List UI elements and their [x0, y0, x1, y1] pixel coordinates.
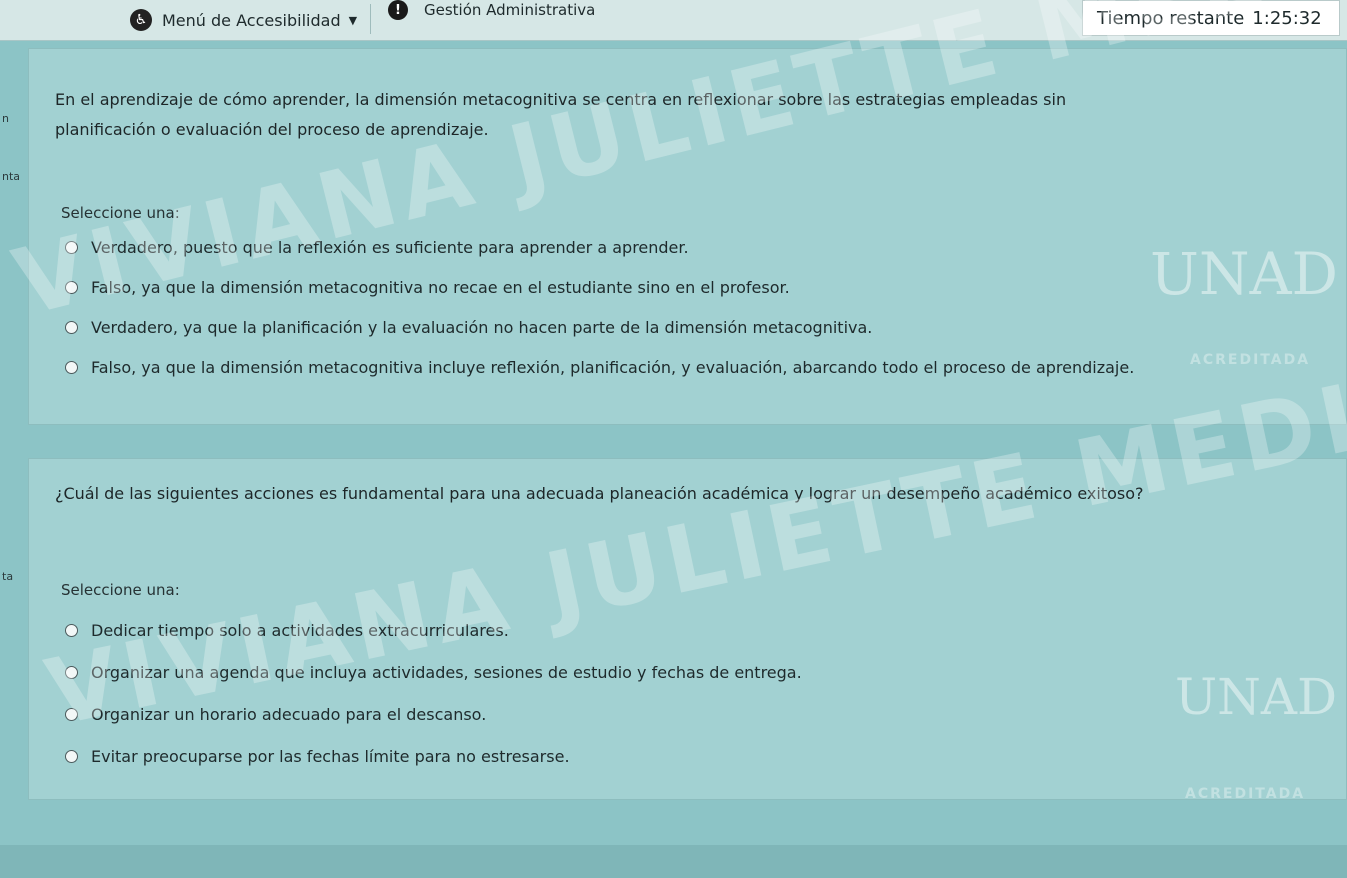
accessibility-menu-label: Menú de Accesibilidad — [162, 10, 341, 30]
radio-button[interactable] — [65, 360, 78, 374]
option-label: Falso, ya que la dimensión metacognitiva… — [91, 277, 790, 297]
radio-button[interactable] — [65, 707, 78, 721]
option-label: Verdadero, puesto que la reflexión es su… — [91, 237, 689, 257]
answer-option[interactable]: Falso, ya que la dimensión metacognitiva… — [65, 347, 1134, 387]
answer-option[interactable]: Organizar un horario adecuado para el de… — [65, 693, 802, 735]
option-label: Organizar una agenda que incluya activid… — [91, 662, 802, 682]
option-label: Organizar un horario adecuado para el de… — [91, 704, 487, 724]
side-fragment: n — [2, 112, 9, 125]
timer-label: Tiempo restante — [1097, 7, 1245, 29]
chevron-down-icon: ▼ — [348, 13, 358, 27]
answer-option[interactable]: Dedicar tiempo solo a actividades extrac… — [65, 609, 802, 651]
answer-option[interactable]: Verdadero, puesto que la reflexión es su… — [65, 227, 1134, 267]
timer-value: 1:25:32 — [1252, 7, 1322, 29]
bottom-strip — [0, 845, 1347, 878]
answer-option[interactable]: Falso, ya que la dimensión metacognitiva… — [65, 267, 1134, 307]
radio-button[interactable] — [65, 623, 78, 637]
radio-button[interactable] — [65, 280, 78, 294]
question-text: En el aprendizaje de cómo aprender, la d… — [55, 90, 1067, 139]
select-one-label: Seleccione una: — [61, 581, 180, 599]
radio-button[interactable] — [65, 320, 78, 334]
accessibility-menu[interactable]: ♿ Menú de Accesibilidad ▼ — [130, 8, 357, 32]
side-fragment: ta — [2, 570, 14, 583]
divider — [370, 4, 371, 34]
question-card-2: ¿Cuál de las siguientes acciones es fund… — [28, 458, 1347, 800]
accessibility-icon: ♿ — [130, 9, 152, 31]
select-one-label: Seleccione una: — [61, 204, 180, 222]
answer-option[interactable]: Organizar una agenda que incluya activid… — [65, 651, 802, 693]
radio-button[interactable] — [65, 240, 78, 254]
time-remaining: Tiempo restante 1:25:32 — [1082, 0, 1340, 36]
answer-options: Verdadero, puesto que la reflexión es su… — [65, 227, 1134, 387]
answer-option[interactable]: Evitar preocuparse por las fechas límite… — [65, 735, 802, 777]
option-label: Evitar preocuparse por las fechas límite… — [91, 746, 570, 766]
radio-button[interactable] — [65, 749, 78, 763]
answer-options: Dedicar tiempo solo a actividades extrac… — [65, 609, 802, 777]
question-card-1: En el aprendizaje de cómo aprender, la d… — [28, 48, 1347, 425]
option-label: Falso, ya que la dimensión metacognitiva… — [91, 357, 1135, 377]
radio-button[interactable] — [65, 665, 78, 679]
admin-link[interactable]: ! Gestión Administrativa — [388, 0, 595, 20]
alert-icon: ! — [388, 0, 408, 20]
option-label: Dedicar tiempo solo a actividades extrac… — [91, 620, 509, 640]
side-fragment: nta — [2, 170, 21, 183]
question-text: ¿Cuál de las siguientes acciones es fund… — [55, 484, 1144, 503]
admin-link-label: Gestión Administrativa — [424, 1, 596, 19]
answer-option[interactable]: Verdadero, ya que la planificación y la … — [65, 307, 1134, 347]
option-label: Verdadero, ya que la planificación y la … — [91, 317, 873, 337]
